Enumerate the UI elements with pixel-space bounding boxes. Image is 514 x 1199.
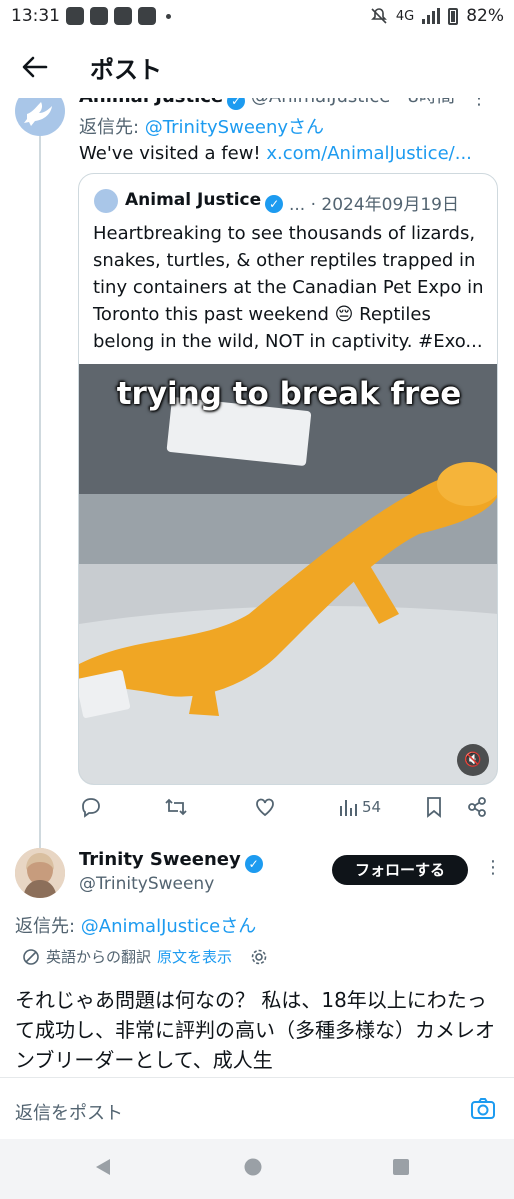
battery-icon [448, 7, 459, 25]
volume-mute-icon[interactable]: 🔇 [457, 744, 489, 776]
avatar[interactable] [15, 848, 65, 898]
more-notifications-icon [166, 13, 171, 19]
post-actions-bar: 54 [78, 796, 498, 824]
reply-author-handle: @TrinitySweeny [79, 874, 215, 894]
show-original-link[interactable]: 原文を表示 [157, 946, 232, 967]
reply-context: 返信先: @TrinitySweenyさん [79, 113, 324, 139]
line-icon [90, 7, 108, 25]
reply-icon [82, 798, 100, 818]
share-icon [468, 797, 486, 817]
reply-author-name[interactable]: Trinity Sweeney ✓ [79, 849, 263, 873]
repost-icon [165, 798, 187, 816]
nav-home-icon[interactable] [243, 1157, 263, 1177]
reply-input-placeholder[interactable]: 返信をポスト [15, 1099, 123, 1125]
quoted-author-name: Animal Justice ✓ [125, 190, 284, 213]
email-icon [114, 7, 132, 25]
post-text: We've visited a few! x.com/AnimalJustice… [79, 143, 472, 164]
repost-button[interactable] [164, 796, 188, 818]
status-time: 13:31 [11, 6, 60, 26]
post-text-body: We've visited a few! [79, 143, 267, 164]
quoted-meta: ... · 2024年09月19日 [289, 195, 459, 215]
system-nav-bar [0, 1139, 514, 1199]
gecko-video-frame [79, 364, 497, 784]
bookmark-button[interactable] [424, 796, 444, 818]
page-title: ポスト [90, 56, 162, 84]
reply-author-name-text: Trinity Sweeney [79, 849, 241, 870]
reply-text: それじゃあ問題は何なの？ 私は、18年以上にわたって成功し、非常に評判の高い（多… [15, 988, 495, 1072]
translate-icon [23, 948, 39, 965]
video-player[interactable]: trying to break free 🔇 [79, 364, 497, 784]
reply-button[interactable] [80, 796, 102, 818]
quoted-author-name-text: Animal Justice [125, 190, 262, 210]
reply-context: 返信先: @AnimalJusticeさん [15, 912, 256, 938]
notification-icons [66, 7, 171, 25]
status-bar: 13:31 4G 82% [0, 0, 514, 34]
signal-icon [422, 8, 441, 24]
app-notification-icon [138, 7, 156, 25]
nav-recents-icon[interactable] [391, 1157, 411, 1177]
top-app-bar: ポスト [0, 34, 514, 98]
views-button[interactable]: 54 [338, 796, 381, 818]
post-link[interactable]: x.com/AnimalJustice/... [266, 143, 472, 164]
quoted-avatar [94, 189, 118, 213]
video-caption: trying to break free [116, 376, 462, 412]
mute-icon [370, 8, 387, 24]
reply-prefix: 返信先: [15, 916, 81, 937]
translation-label: 英語からの翻訳 [46, 948, 152, 966]
verified-badge-icon: ✓ [244, 855, 263, 873]
quoted-text: Heartbreaking to see thousands of lizard… [93, 223, 484, 352]
like-button[interactable] [254, 796, 276, 818]
reply-to-link[interactable]: @AnimalJusticeさん [81, 916, 256, 937]
profile-photo [15, 848, 65, 898]
reply-prefix: 返信先: [79, 117, 145, 138]
reply-to-link[interactable]: @TrinitySweenyさん [145, 117, 324, 138]
follow-button[interactable]: フォローする [332, 855, 468, 885]
nav-back-icon[interactable] [93, 1157, 113, 1177]
back-arrow-icon[interactable] [20, 52, 50, 82]
gear-icon[interactable] [250, 948, 268, 966]
share-button[interactable] [466, 796, 488, 818]
views-icon [340, 800, 357, 816]
quoted-post-card[interactable]: Animal Justice ✓ ... · 2024年09月19日 Heartb… [78, 173, 498, 785]
heart-icon [256, 798, 274, 817]
camera-icon[interactable] [470, 1096, 496, 1122]
verified-badge-icon: ✓ [265, 195, 284, 213]
views-count: 54 [362, 798, 382, 816]
messenger-icon [66, 7, 84, 25]
battery-level: 82% [466, 6, 504, 26]
network-type: 4G [395, 8, 415, 24]
translation-bar: 英語からの翻訳 原文を表示 [22, 946, 268, 967]
more-options-icon[interactable]: ⋮ [484, 857, 502, 878]
reply-composer[interactable]: 返信をポスト [0, 1077, 514, 1139]
thread-line [39, 136, 41, 848]
status-right: 4G 82% [370, 6, 504, 26]
bookmark-icon [427, 797, 441, 818]
